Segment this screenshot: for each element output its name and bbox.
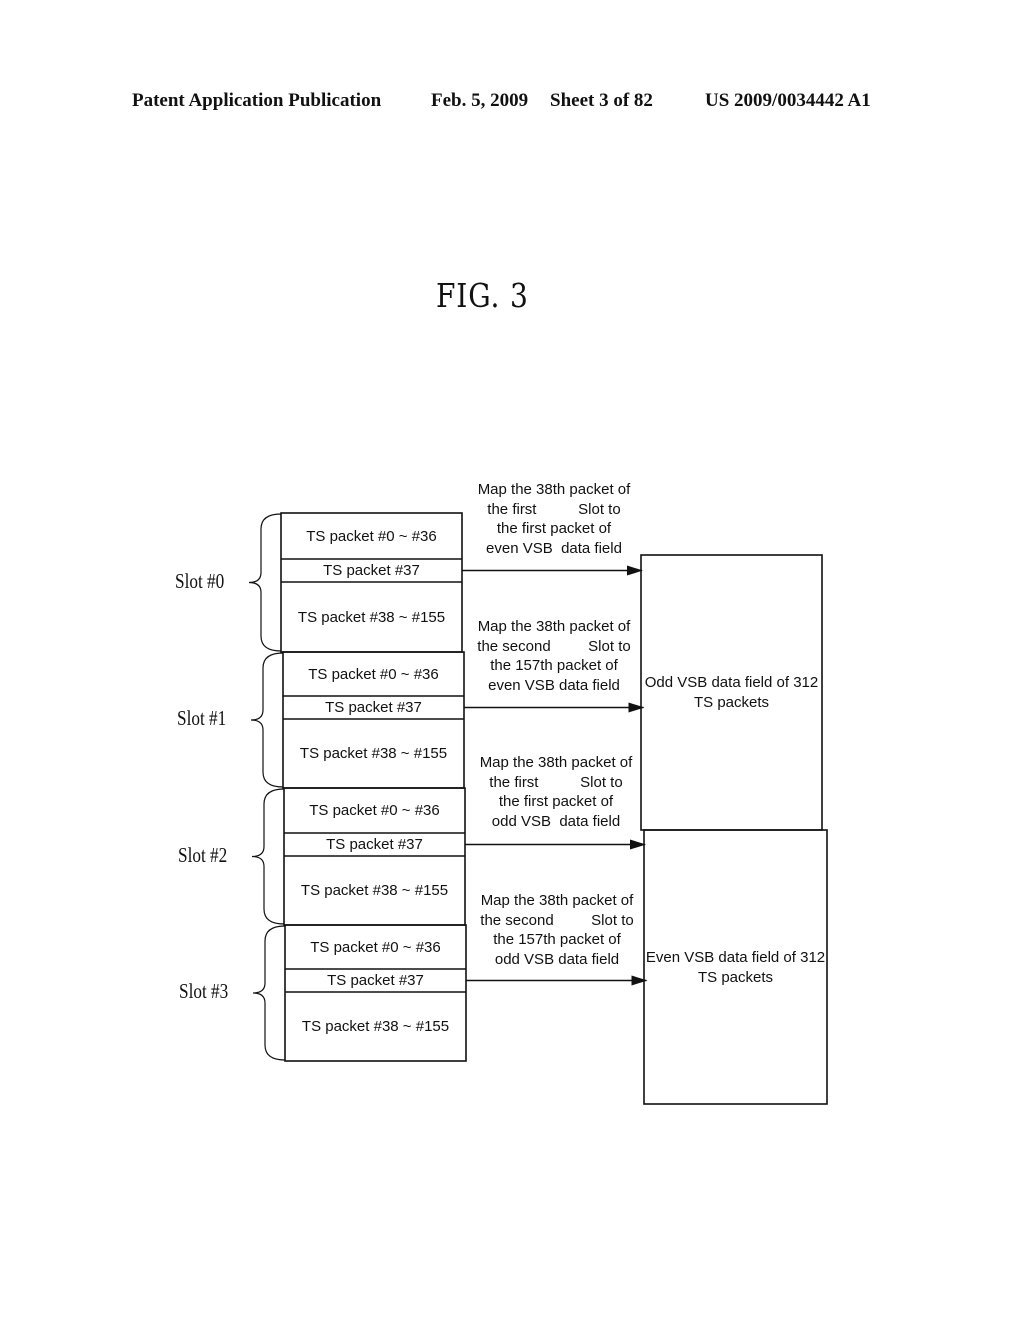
packet-range-row: TS packet #0 ~ #36 — [310, 938, 441, 956]
packet-37-row: TS packet #37 — [327, 972, 424, 989]
packet-remaining-row: TS packet #38 ~ #155 — [297, 608, 446, 626]
packet-37-row: TS packet #37 — [323, 562, 420, 579]
mapping-note: Map the 38th packet of the first Slot to… — [477, 481, 631, 557]
packet-37-row: TS packet #37 — [325, 699, 422, 716]
packet-remaining-row: TS packet #38 ~ #155 — [299, 745, 448, 762]
packet-range-row: TS packet #0 ~ #36 — [306, 527, 437, 545]
mapping-note: Map the 38th packet of the first Slot to… — [479, 754, 633, 830]
slot-brace — [248, 513, 282, 652]
slot-label: Slot #3 — [179, 979, 229, 1003]
packet-range-row: TS packet #0 ~ #36 — [308, 665, 439, 683]
packet-range-row: TS packet #0 ~ #36 — [309, 802, 440, 819]
slot-brace — [250, 652, 284, 788]
packet-remaining-row: TS packet #38 ~ #155 — [301, 1018, 450, 1035]
slot-label: Slot #1 — [177, 706, 227, 730]
slot-brace — [251, 788, 285, 925]
mapping-note: Map the 38th packet of the second Slot t… — [477, 618, 631, 694]
packet-remaining-row: TS packet #38 ~ #155 — [300, 882, 449, 899]
packet-37-row: TS packet #37 — [326, 836, 423, 853]
slot-label: Slot #2 — [178, 842, 228, 867]
slot-label: Slot #0 — [175, 568, 225, 593]
slot-brace — [252, 925, 286, 1061]
odd-vsb-field-label: Odd VSB data field of 312 TS packets — [644, 674, 819, 711]
even-vsb-field-label: Even VSB data field of 312 TS packets — [645, 949, 826, 986]
mapping-note: Map the 38th packet of the second Slot t… — [480, 892, 634, 968]
